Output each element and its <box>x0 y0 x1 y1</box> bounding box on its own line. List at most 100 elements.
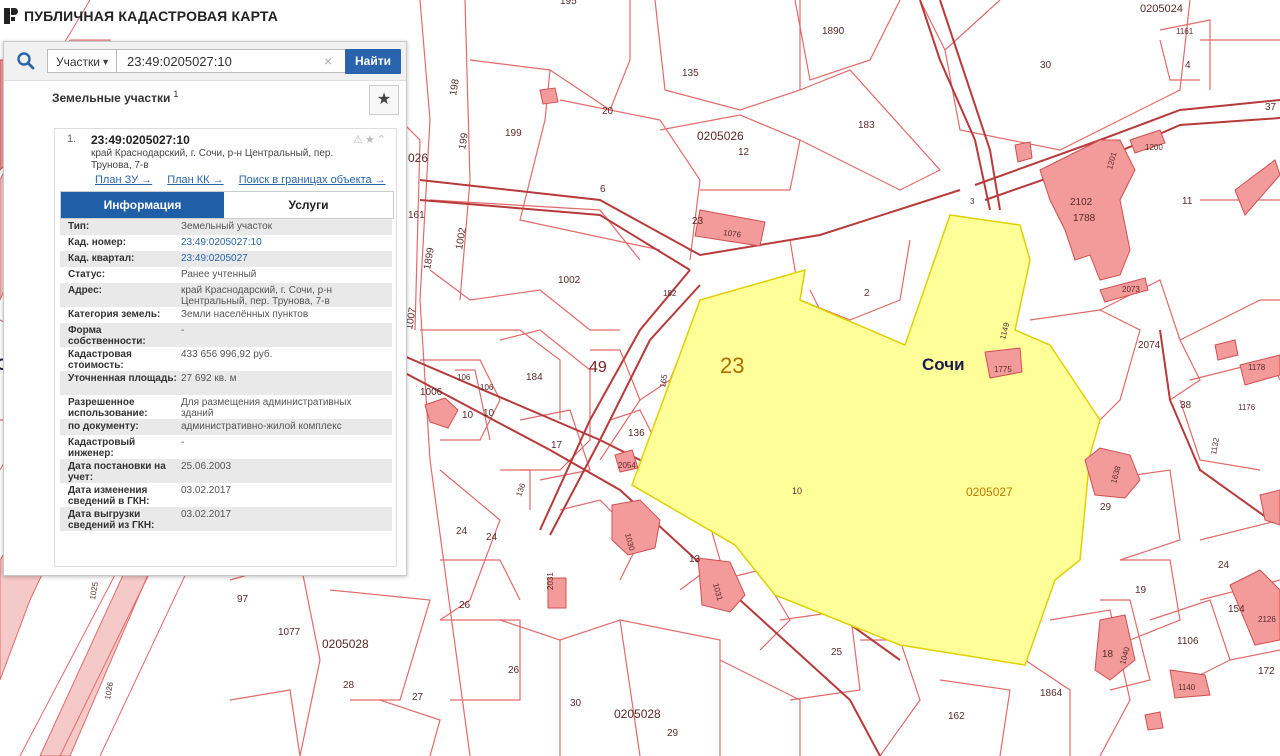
svg-text:2102: 2102 <box>1070 197 1093 208</box>
result-tabs: Информация Услуги <box>60 191 394 219</box>
info-row-label: Дата постановки на учет: <box>68 461 166 483</box>
info-row-value: Земельный участок <box>181 221 273 232</box>
svg-text:1890: 1890 <box>822 26 845 37</box>
info-row-label: по документу: <box>68 421 139 432</box>
info-row-label: Уточненная площадь: <box>68 373 177 384</box>
svg-text:1864: 1864 <box>1040 688 1063 699</box>
favorite-button[interactable]: ★ <box>369 85 399 115</box>
info-row-value: 25.06.2003 <box>181 461 232 472</box>
svg-text:2054: 2054 <box>618 461 636 470</box>
app-header: ПУБЛИЧНАЯ КАДАСТРОВАЯ КАРТА <box>4 8 278 24</box>
info-row: Категория земель: Земли населённых пункто… <box>60 307 392 323</box>
info-row-label: Дата выгрузки сведений из ГКН: <box>68 509 155 531</box>
info-table: Тип: Земельный участок Кад. номер: 23:49:02… <box>60 219 392 531</box>
svg-text:10: 10 <box>483 408 495 419</box>
search-icon[interactable] <box>16 51 36 71</box>
district-label: 23 <box>720 353 744 378</box>
info-row-value: Земли населённых пунктов <box>181 309 309 320</box>
city-label: Сочи <box>922 355 965 374</box>
plan-zu-link[interactable]: План ЗУ → <box>95 174 152 186</box>
svg-text:2074: 2074 <box>1138 340 1161 351</box>
svg-text:11: 11 <box>1182 196 1193 207</box>
result-address: край Краснодарский, г. Сочи, р-н Централ… <box>91 148 334 171</box>
svg-text:3: 3 <box>970 197 975 206</box>
tab-information[interactable]: Информация <box>61 192 224 218</box>
svg-text:25: 25 <box>831 647 843 658</box>
svg-text:1775: 1775 <box>994 365 1012 374</box>
info-row-value: 03.02.2017 <box>181 485 232 496</box>
svg-text:1788: 1788 <box>1073 213 1096 224</box>
svg-text:37: 37 <box>1265 102 1277 113</box>
info-row: Разрешенное использование: Для размещения… <box>60 395 392 419</box>
svg-text:0205028: 0205028 <box>322 637 369 651</box>
info-row: по документу: административно-жилой компл… <box>60 419 392 435</box>
svg-text:136: 136 <box>628 428 645 439</box>
tab-services[interactable]: Услуги <box>224 192 393 218</box>
svg-text:29: 29 <box>1100 502 1112 513</box>
svg-text:0205024: 0205024 <box>1140 3 1183 15</box>
info-row: Адрес: край Краснодарский, г. Сочи, р-н Ц… <box>60 283 392 307</box>
svg-text:1140: 1140 <box>1178 683 1196 692</box>
svg-text:182: 182 <box>663 289 677 298</box>
svg-text:199: 199 <box>505 128 522 139</box>
chevron-up-icon[interactable]: ⌃ <box>377 134 388 146</box>
svg-text:30: 30 <box>1040 60 1052 71</box>
star-icon: ★ <box>376 91 392 108</box>
svg-text:026: 026 <box>408 151 428 165</box>
find-button[interactable]: Найти <box>345 49 401 74</box>
svg-text:2: 2 <box>864 288 870 299</box>
result-cad-number[interactable]: 23:49:0205027:10 <box>91 133 190 147</box>
svg-text:29: 29 <box>667 728 679 739</box>
star-outline-icon[interactable]: ★ <box>365 134 377 146</box>
svg-text:161: 161 <box>408 210 425 221</box>
search-query: 23:49:0205027:10 <box>127 54 232 69</box>
svg-text:172: 172 <box>1258 666 1275 677</box>
search-input[interactable]: 23:49:0205027:10 <box>117 49 347 73</box>
svg-text:0205026: 0205026 <box>697 129 744 143</box>
info-row-label: Дата изменения сведений в ГКН: <box>68 485 150 507</box>
info-row-label: Адрес: <box>68 285 102 296</box>
object-type-dropdown[interactable]: Участки ▼ <box>47 49 117 73</box>
svg-text:13: 13 <box>689 554 701 565</box>
svg-text:2073: 2073 <box>1122 285 1140 294</box>
info-row-value[interactable]: 23:49:0205027:10 <box>181 237 386 248</box>
plan-kk-link[interactable]: План КК → <box>167 174 223 186</box>
svg-text:10: 10 <box>792 486 802 496</box>
svg-text:10: 10 <box>462 410 474 421</box>
info-row: Кадастровый инженер: - <box>60 435 392 459</box>
svg-text:24: 24 <box>1218 560 1230 571</box>
svg-text:20: 20 <box>602 106 614 117</box>
map-label: 195 <box>560 0 577 7</box>
result-links: План ЗУ → План КК → Поиск в границах объ… <box>95 174 398 186</box>
svg-text:23: 23 <box>692 216 704 227</box>
svg-text:27: 27 <box>412 692 424 703</box>
info-row: Статус: Ранее учтенный <box>60 267 392 283</box>
warning-icon[interactable]: ⚠ <box>353 134 365 146</box>
result-card: 1. 23:49:0205027:10 ⚠★⌃ край Краснодарск… <box>54 128 397 567</box>
info-row-value: Ранее учтенный <box>181 269 257 280</box>
info-row-value: край Краснодарский, г. Сочи, р-н Централ… <box>181 285 333 307</box>
search-in-bounds-link[interactable]: Поиск в границах объекта → <box>239 174 386 186</box>
app-title: ПУБЛИЧНАЯ КАДАСТРОВАЯ КАРТА <box>24 8 279 24</box>
svg-text:1106: 1106 <box>1177 636 1199 647</box>
svg-text:97: 97 <box>237 594 249 605</box>
info-row-label: Кад. номер: <box>68 237 127 248</box>
info-row: Кад. номер: 23:49:0205027:10 <box>60 235 392 251</box>
close-icon[interactable]: × <box>324 49 332 73</box>
info-row-label: Кадастровая стоимость: <box>68 349 132 371</box>
svg-text:0205028: 0205028 <box>614 707 661 721</box>
svg-text:1077: 1077 <box>278 627 301 638</box>
info-row-value[interactable]: 23:49:0205027 <box>181 253 386 264</box>
results-title: Земельные участки 1 <box>52 89 178 105</box>
info-row: Дата выгрузки сведений из ГКН: 03.02.2017 <box>60 507 392 531</box>
svg-text:2126: 2126 <box>1258 615 1276 624</box>
info-row-label: Разрешенное использование: <box>68 397 148 419</box>
svg-text:17: 17 <box>551 440 563 451</box>
info-row: Тип: Земельный участок <box>60 219 392 235</box>
svg-text:183: 183 <box>858 120 875 131</box>
svg-text:18: 18 <box>1102 649 1114 660</box>
info-row-value: 433 656 996,92 руб. <box>181 349 273 360</box>
info-row-value: - <box>181 437 185 448</box>
logo-icon <box>4 8 18 24</box>
svg-text:24: 24 <box>456 526 468 537</box>
